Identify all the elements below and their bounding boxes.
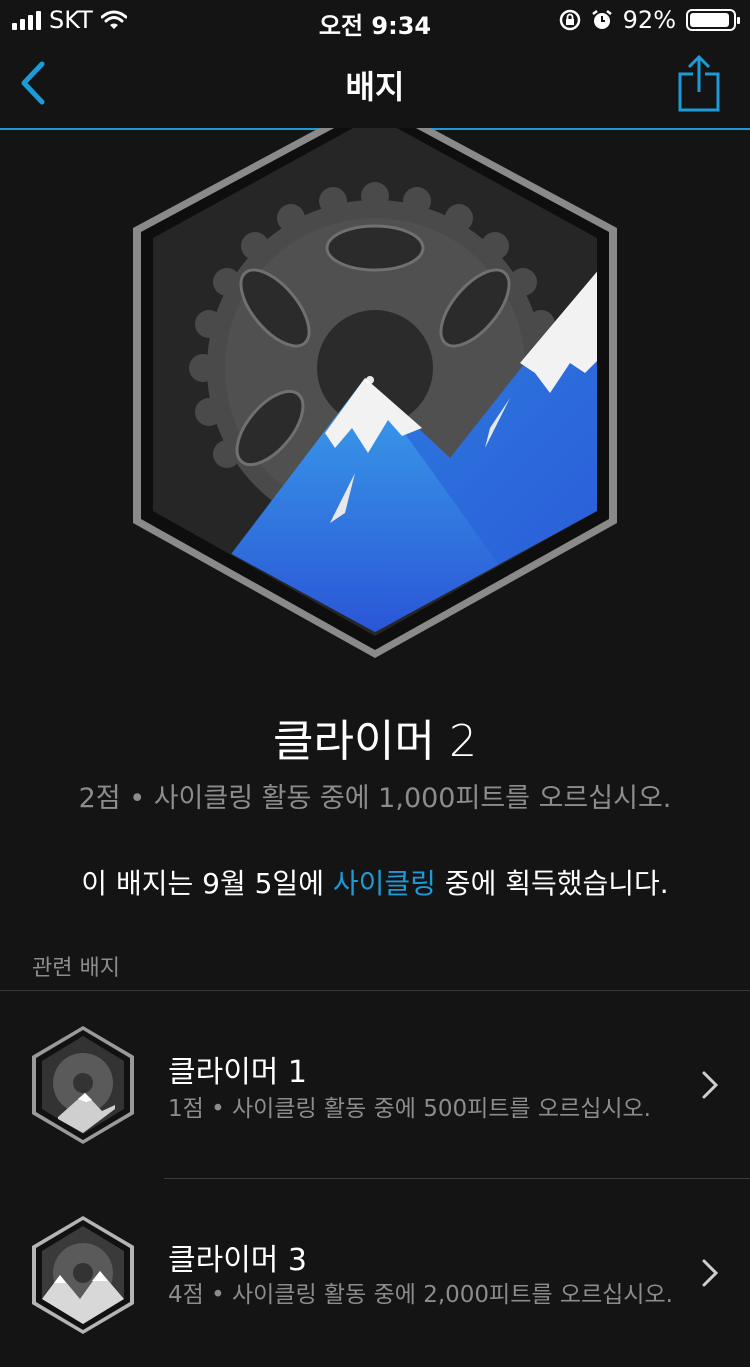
climber-badge-icon	[32, 1026, 134, 1144]
earned-prefix: 이 배지는 9월 5일에	[81, 867, 333, 900]
related-badge-row[interactable]: 클라이머 3 4점 • 사이클링 활동 중에 2,000피트를 오르십시오.	[0, 1179, 750, 1367]
related-badge-name: 클라이머 3	[168, 1243, 308, 1278]
badge-title: 클라이머 2	[273, 716, 477, 767]
related-badge-description: 1점 • 사이클링 활동 중에 500피트를 오르십시오.	[168, 1096, 651, 1122]
share-icon[interactable]	[674, 54, 724, 112]
chevron-right-icon	[702, 1071, 719, 1099]
earned-info: 이 배지는 9월 5일에 사이클링 중에 획득했습니다.	[0, 862, 750, 902]
related-badge-row[interactable]: 클라이머 1 1점 • 사이클링 활동 중에 500피트를 오르십시오.	[0, 991, 750, 1179]
badge-description: 2점 • 사이클링 활동 중에 1,000피트를 오르십시오.	[78, 783, 672, 814]
battery-percent: 92%	[622, 6, 676, 34]
rotation-lock-icon	[559, 9, 580, 31]
related-badge-name: 클라이머 1	[168, 1055, 308, 1090]
status-right: 92%	[559, 6, 740, 34]
battery-icon	[686, 9, 740, 31]
climber-badge-icon	[32, 1216, 134, 1334]
alarm-icon	[591, 10, 612, 29]
earned-suffix: 중에 획득했습니다.	[435, 867, 669, 900]
status-bar: SKT 오전 9:34 92%	[0, 0, 750, 40]
activity-link[interactable]: 사이클링	[333, 867, 436, 900]
related-badges-label: 관련 배지	[32, 956, 120, 981]
climber-badge-image	[133, 128, 617, 658]
page-title: 배지	[345, 68, 405, 106]
related-badge-description: 4점 • 사이클링 활동 중에 2,000피트를 오르십시오.	[168, 1282, 673, 1308]
chevron-right-icon	[702, 1259, 719, 1287]
navigation-bar: 배지	[0, 40, 750, 130]
